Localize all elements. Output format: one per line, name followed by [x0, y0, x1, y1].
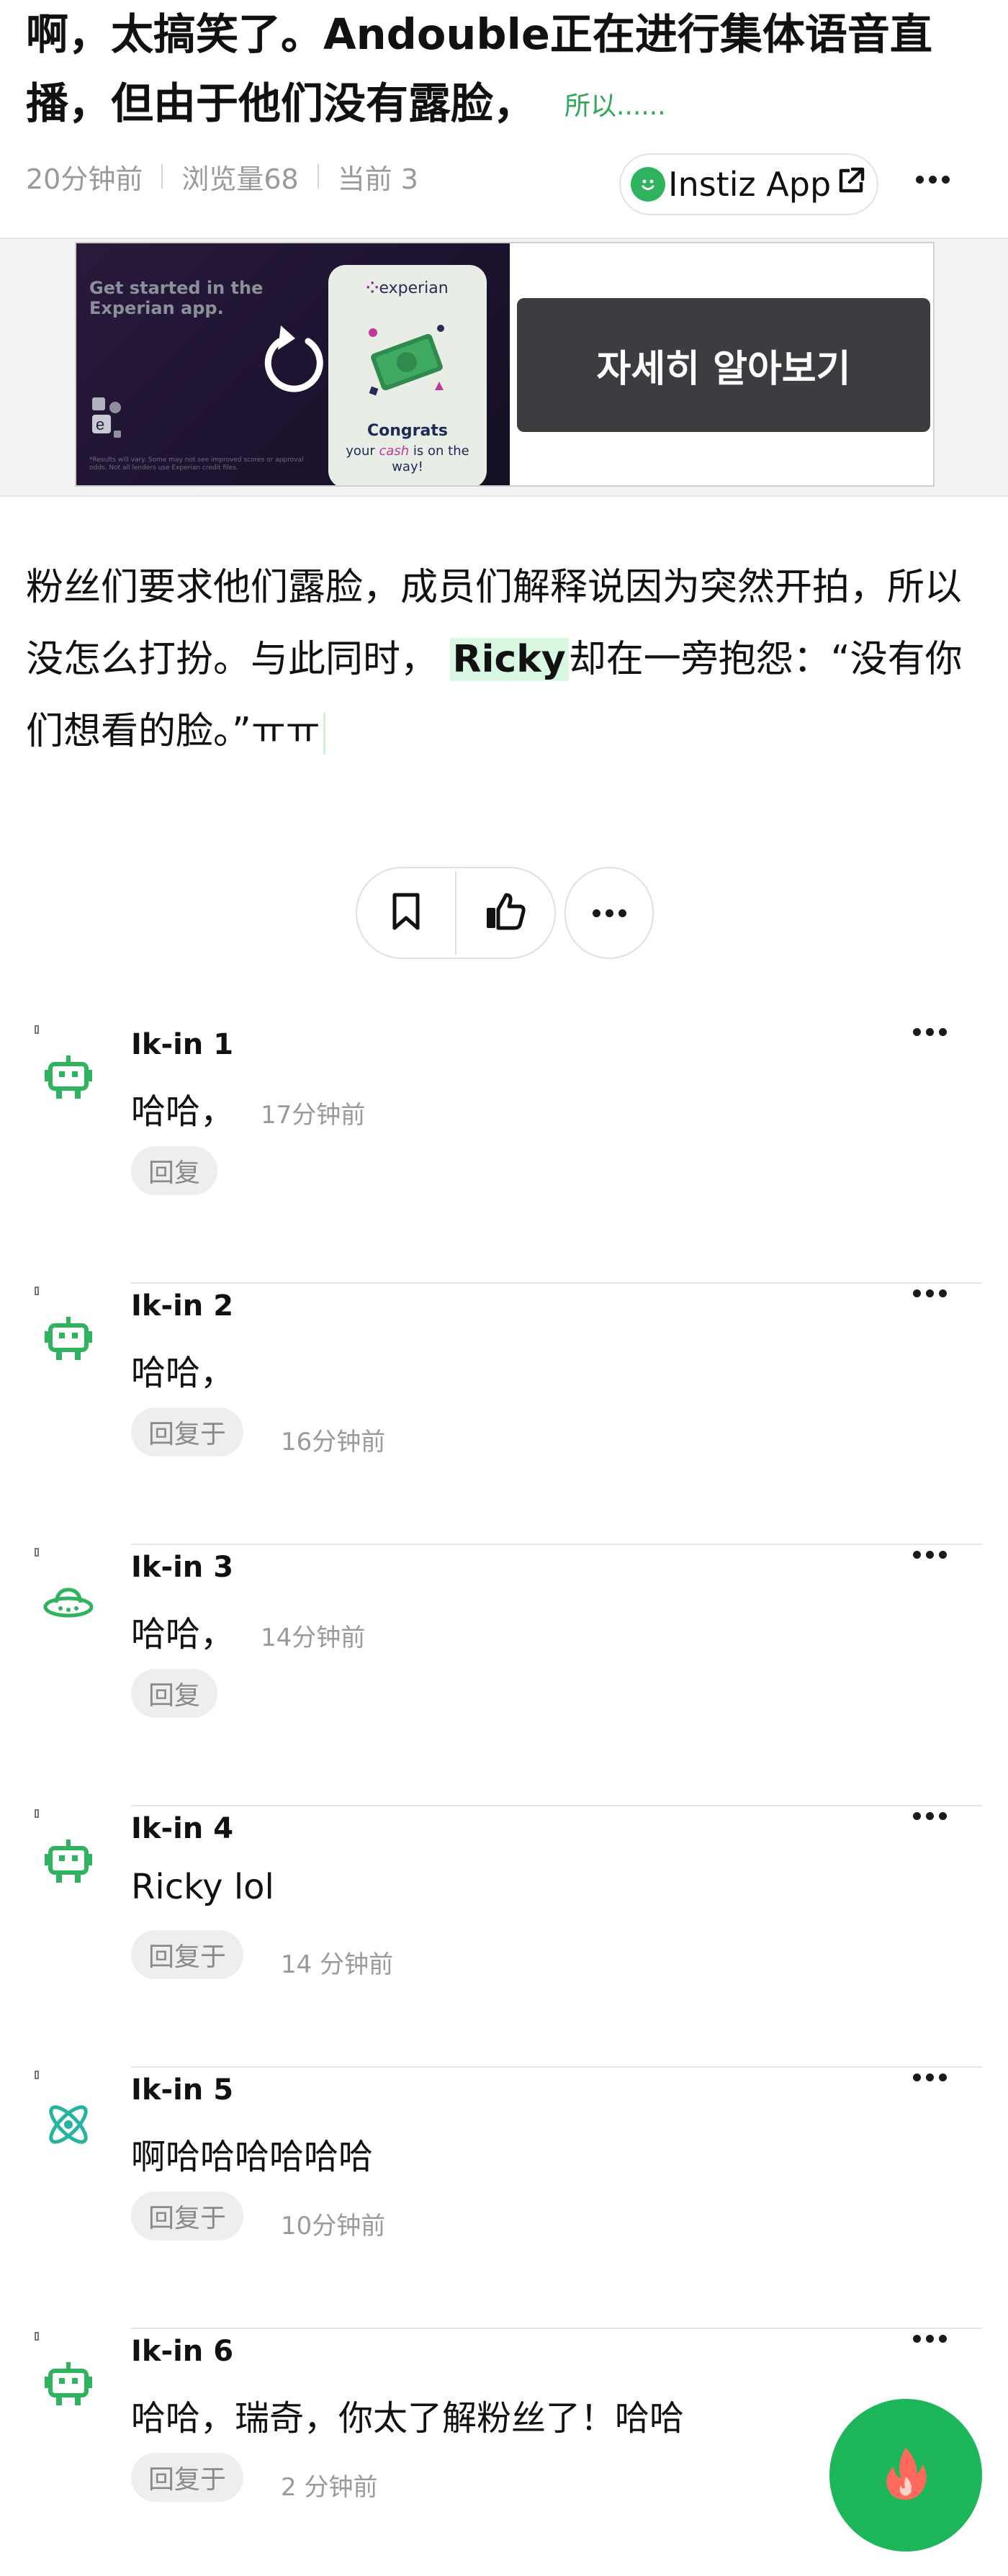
post-title-text: 啊，太搞笑了。Andouble正在进行集体语音直播，但由于他们没有露脸， — [26, 9, 932, 128]
post-title: 啊，太搞笑了。Andouble正在进行集体语音直播，但由于他们没有露脸， 所以..… — [26, 0, 984, 141]
comment-time: 10分钟前 — [281, 2212, 386, 2241]
comment-more-button[interactable] — [913, 1551, 947, 1559]
comment-marker — [35, 1548, 39, 1557]
open-app-label: Instiz App — [668, 165, 832, 204]
post-body: 粉丝们要求他们露脸，成员们解释说因为突然开拍，所以没怎么打扮。与此同时， Ric… — [26, 551, 991, 767]
comment-author[interactable]: Ik-in 4 — [131, 1812, 233, 1845]
robot-icon[interactable] — [40, 1312, 96, 1369]
flame-icon — [881, 2445, 931, 2505]
comment-author[interactable]: Ik-in 5 — [131, 2073, 233, 2107]
ad-congrats: Congrats — [367, 422, 448, 440]
comment-author[interactable]: Ik-in 3 — [131, 1551, 233, 1584]
ufo-icon[interactable] — [40, 1574, 96, 1630]
comment-more-button[interactable] — [913, 1028, 947, 1036]
reply-button[interactable]: 回复 — [131, 1669, 218, 1718]
comment-time: 14分钟前 — [261, 1623, 366, 1652]
svg-text:e: e — [96, 415, 104, 433]
comment-time: 16分钟前 — [281, 1428, 386, 1456]
ad-cta-button[interactable]: 자세히 알아보기 — [517, 298, 930, 432]
comment-more-button[interactable] — [913, 2335, 947, 2343]
bookmark-icon — [390, 892, 422, 934]
like-button[interactable] — [456, 868, 554, 958]
comment-item: Ik-in 1 哈哈， 17分钟前回复 — [0, 1022, 1008, 1284]
reply-button[interactable]: 回复于 — [131, 2453, 244, 2502]
comment-marker — [35, 2071, 39, 2079]
robot-icon[interactable] — [40, 1051, 96, 1107]
more-icon — [592, 909, 626, 917]
atom-icon[interactable] — [40, 2097, 96, 2153]
meta-divider — [161, 164, 163, 189]
replay-icon[interactable] — [261, 323, 330, 405]
mention-highlight: Ricky — [449, 638, 569, 681]
comment-marker — [35, 2332, 39, 2341]
reply-button[interactable]: 回复 — [131, 1146, 218, 1195]
comment-marker — [35, 1809, 39, 1818]
comment-author[interactable]: Ik-in 2 — [131, 1289, 233, 1323]
view-count: 浏览量68 — [181, 163, 299, 195]
comment-time: 14 分钟前 — [281, 1950, 394, 1979]
comment-time: 17分钟前 — [261, 1101, 366, 1130]
comment-text: Ricky lol — [131, 1867, 274, 1907]
hot-fab-button[interactable] — [829, 2399, 982, 2552]
comment-marker — [35, 1025, 39, 1034]
post-time: 20分钟前 — [26, 163, 143, 195]
comment-author[interactable]: Ik-in 1 — [131, 1028, 233, 1061]
read-more-link[interactable]: 所以...... — [564, 91, 666, 121]
current-count: 当前 3 — [337, 163, 418, 195]
comment-more-button[interactable] — [913, 2073, 947, 2081]
meta-divider — [317, 164, 319, 189]
thumbs-up-icon — [485, 892, 526, 934]
open-app-button[interactable]: Instiz App — [619, 153, 878, 215]
comment-item: Ik-in 3 哈哈， 14分钟前回复 — [0, 1545, 1008, 1806]
comment-time: 2 分钟前 — [281, 2473, 378, 2502]
post-more-button[interactable] — [916, 176, 950, 184]
smile-icon — [631, 167, 665, 202]
comment-item: Ik-in 5 啊哈哈哈哈哈哈回复于 10分钟前 — [0, 2068, 1008, 2329]
comment-text: 啊哈哈哈哈哈哈 — [131, 2137, 374, 2177]
reply-button[interactable]: 回复于 — [131, 1930, 244, 1979]
comment-more-button[interactable] — [913, 1812, 947, 1820]
ad-fineprint: *Results will vary. Some may not see imp… — [89, 456, 304, 472]
bookmark-button[interactable] — [357, 868, 455, 958]
robot-icon[interactable] — [40, 1835, 96, 1891]
comment-author[interactable]: Ik-in 6 — [131, 2335, 233, 2368]
comment-more-button[interactable] — [913, 1289, 947, 1297]
comment-item: Ik-in 4 Ricky lol 回复于 14 分钟前 — [0, 1806, 1008, 2068]
comment-text: 哈哈， 17分钟前 — [131, 1091, 366, 1132]
text-cursor — [323, 713, 325, 755]
reply-button[interactable]: 回复于 — [131, 1408, 244, 1456]
experian-logo-icon: e — [89, 395, 132, 448]
cash-illustration-icon — [360, 315, 454, 412]
robot-icon[interactable] — [40, 2358, 96, 2414]
comment-text: 哈哈， — [131, 1353, 235, 1393]
ad-creative[interactable]: Get started in the Experian app. e *Resu… — [76, 243, 510, 485]
post-meta: 20分钟前 浏览量68 当前 3 — [26, 155, 418, 198]
comment-item: Ik-in 2 哈哈， 回复于 16分钟前 — [0, 1284, 1008, 1545]
experian-brand: ⁘experian — [366, 279, 449, 297]
ad-tagline: Get started in the Experian app. — [89, 278, 264, 318]
post-actions-more-button[interactable] — [564, 867, 654, 959]
ad-phone-mockup: ⁘experian Congrats your cash is on the w… — [328, 265, 487, 485]
post-actions — [356, 867, 556, 959]
comment-text: 哈哈，瑞奇，你太了解粉丝了！哈哈 — [131, 2398, 685, 2438]
ad-banner[interactable]: Get started in the Experian app. e *Resu… — [75, 242, 935, 487]
external-link-icon — [835, 165, 867, 204]
reply-button[interactable]: 回复于 — [131, 2192, 244, 2241]
ad-subtitle: your cash is on the way! — [346, 443, 469, 474]
comment-text: 哈哈， 14分钟前 — [131, 1614, 366, 1654]
comment-marker — [35, 1287, 39, 1295]
